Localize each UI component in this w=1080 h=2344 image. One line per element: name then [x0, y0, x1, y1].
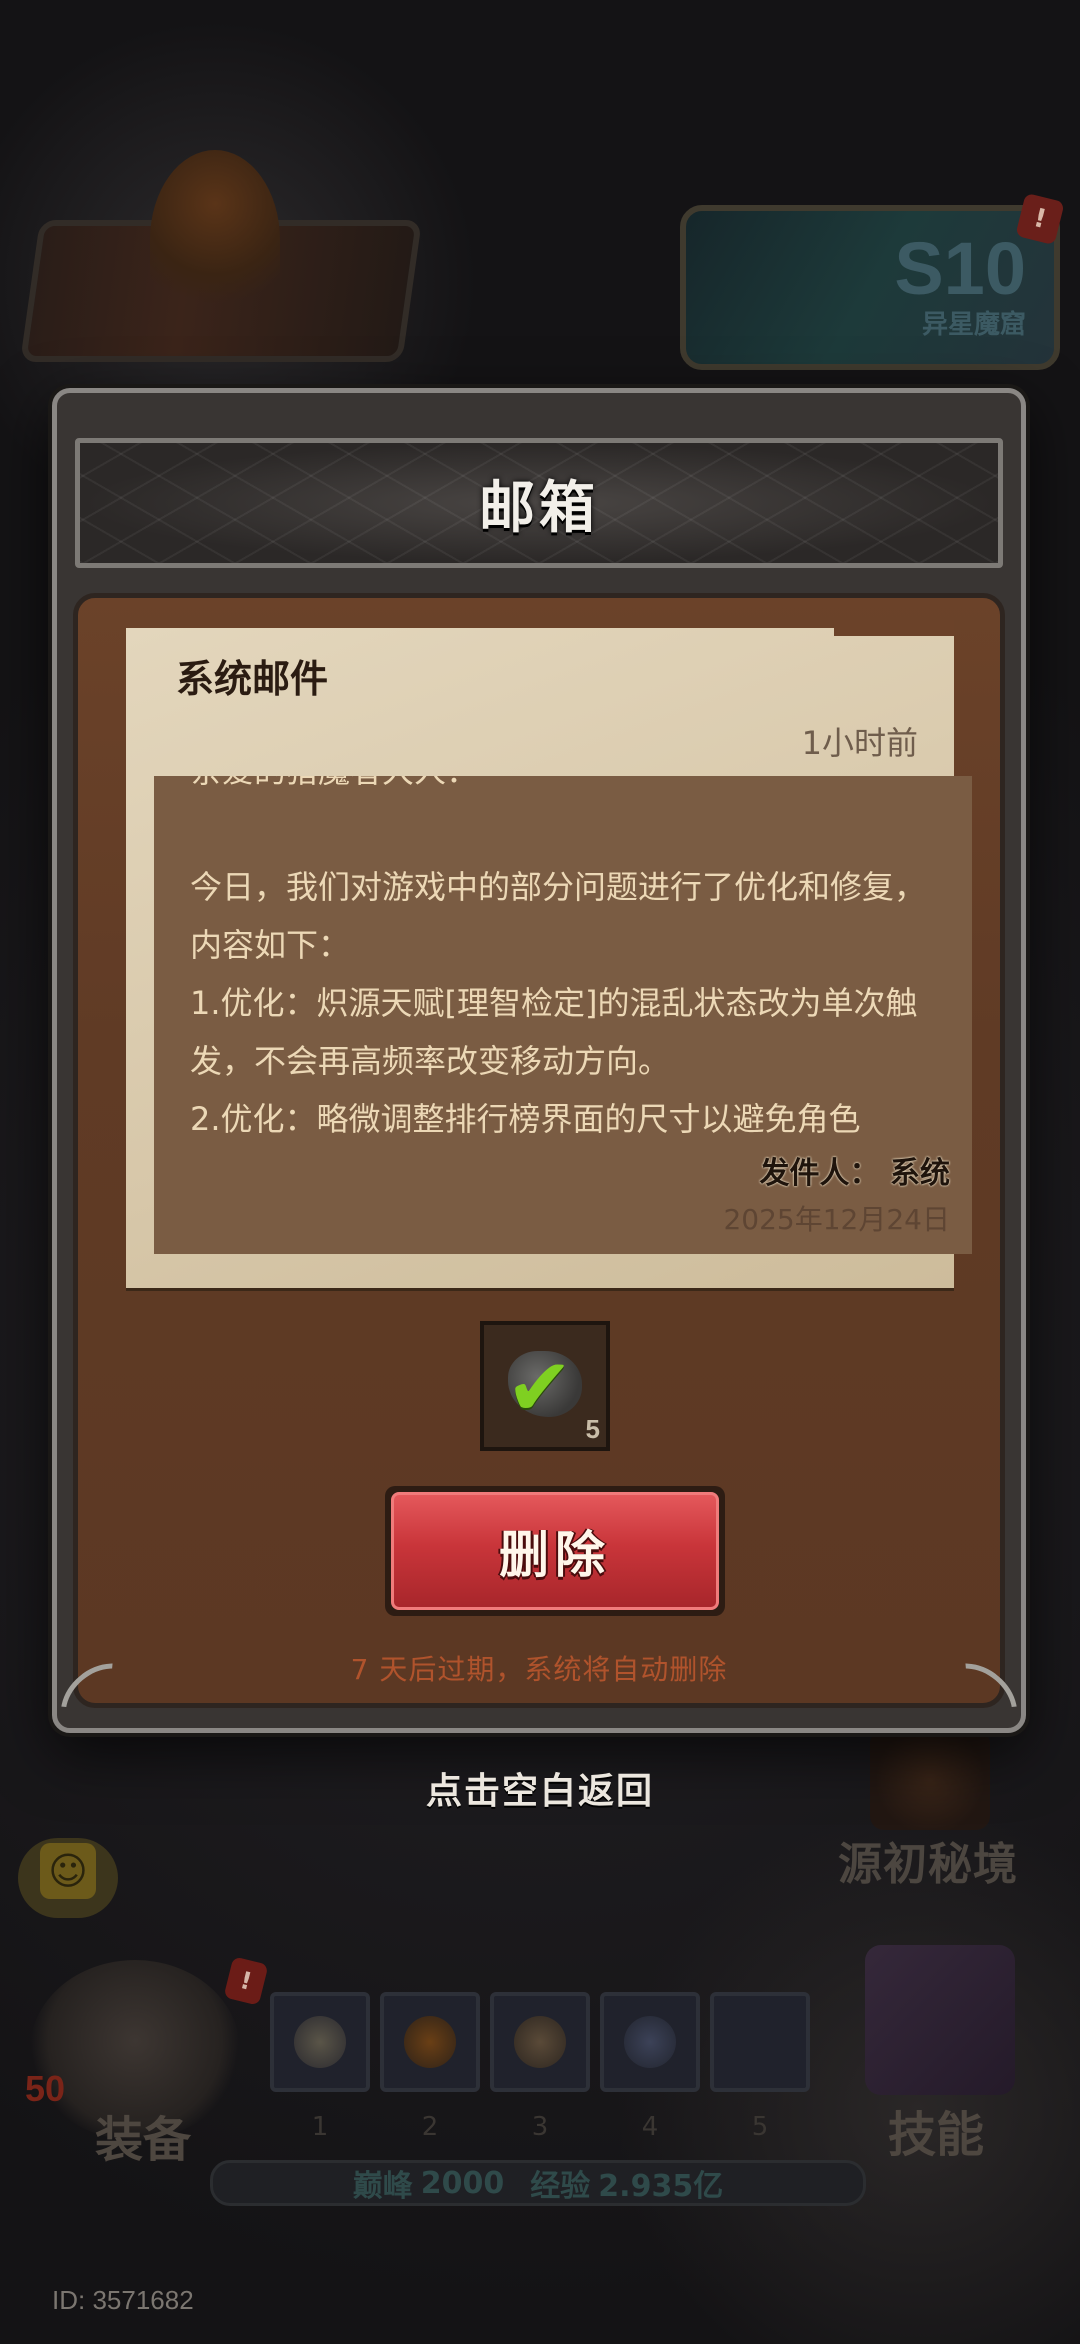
skill-slot	[270, 1992, 370, 2092]
skill-label: 技能	[888, 2107, 985, 2163]
event-subtitle: 异星魔窟	[921, 310, 1026, 340]
peak-label: 巅峰	[352, 2169, 413, 2204]
mail-body-text: 亲爱的猎魔者大人： 今日，我们对游戏中的部分问题进行了优化和修复，内容如下： 1…	[190, 776, 927, 1138]
event-title: S10	[894, 227, 1026, 310]
delete-button-face[interactable]: 删除	[391, 1492, 719, 1610]
delete-label: 删除	[499, 1526, 611, 1584]
slot-number: 3	[531, 2112, 549, 2142]
skill-slot-numbers: 1 2 3 4 5	[270, 2112, 810, 2142]
realm-label: 源初秘境	[838, 1839, 1018, 1890]
slot-number: 2	[421, 2112, 439, 2142]
equip-label: 装备	[95, 2112, 192, 2168]
claimed-check-icon: ✔	[506, 1341, 574, 1434]
sender-label: 发件人：	[759, 1156, 880, 1191]
mail-date: 2025年12月24日	[723, 1203, 950, 1236]
skill-book-icon	[865, 1945, 1015, 2095]
hero-level: 50	[24, 2068, 66, 2109]
mail-type-label: 系统邮件	[176, 657, 329, 701]
slot-number: 5	[751, 2112, 769, 2142]
mail-sender: 发件人： 系统	[760, 1148, 950, 1192]
slot-number: 4	[641, 2112, 659, 2142]
mailbox-modal: 邮箱 系统邮件 1小时前 亲爱的猎魔者大人： 今日，我们对游戏中的部分问题进行了…	[45, 388, 1033, 1759]
exp-label: 经验	[530, 2169, 591, 2204]
player-id: ID: 3571682	[52, 2285, 194, 2315]
peak-value: 2000	[420, 2165, 505, 2201]
mail-panel: 系统邮件 1小时前 亲爱的猎魔者大人： 今日，我们对游戏中的部分问题进行了优化和…	[73, 593, 1005, 1708]
attachment-count: 5	[585, 1414, 600, 1444]
paper-tear	[834, 620, 954, 636]
skill-slot	[490, 1992, 590, 2092]
mail-letter: 系统邮件 1小时前 亲爱的猎魔者大人： 今日，我们对游戏中的部分问题进行了优化和…	[126, 620, 972, 1288]
season-event-card: S10 异星魔窟 !	[680, 192, 1065, 370]
emoji-icon: ☺	[40, 1843, 96, 1899]
attachment-item[interactable]: ✔ 5	[480, 1321, 610, 1451]
mailbox-header: 邮箱	[75, 438, 1003, 568]
expire-note: 7 天后过期，系统将自动删除	[350, 1653, 728, 1686]
delete-button[interactable]: 删除	[385, 1486, 725, 1616]
exp-value: 2.935亿	[598, 2169, 724, 2204]
mail-time: 1小时前	[801, 724, 918, 762]
mail-content-scroll[interactable]: 亲爱的猎魔者大人： 今日，我们对游戏中的部分问题进行了优化和修复，内容如下： 1…	[154, 776, 972, 1254]
bg-character	[150, 150, 280, 330]
skill-slots	[270, 1992, 810, 2092]
tap-blank-to-return[interactable]: 点击空白返回	[0, 1762, 1080, 1814]
exp-bar: 巅峰 2000 经验 2.935亿	[210, 2160, 866, 2206]
mailbox-title: 邮箱	[479, 475, 599, 541]
slot-number: 1	[311, 2112, 329, 2142]
sender-name: 系统	[890, 1156, 950, 1191]
skill-slot	[710, 1992, 810, 2092]
skill-slot	[600, 1992, 700, 2092]
skill-slot	[380, 1992, 480, 2092]
